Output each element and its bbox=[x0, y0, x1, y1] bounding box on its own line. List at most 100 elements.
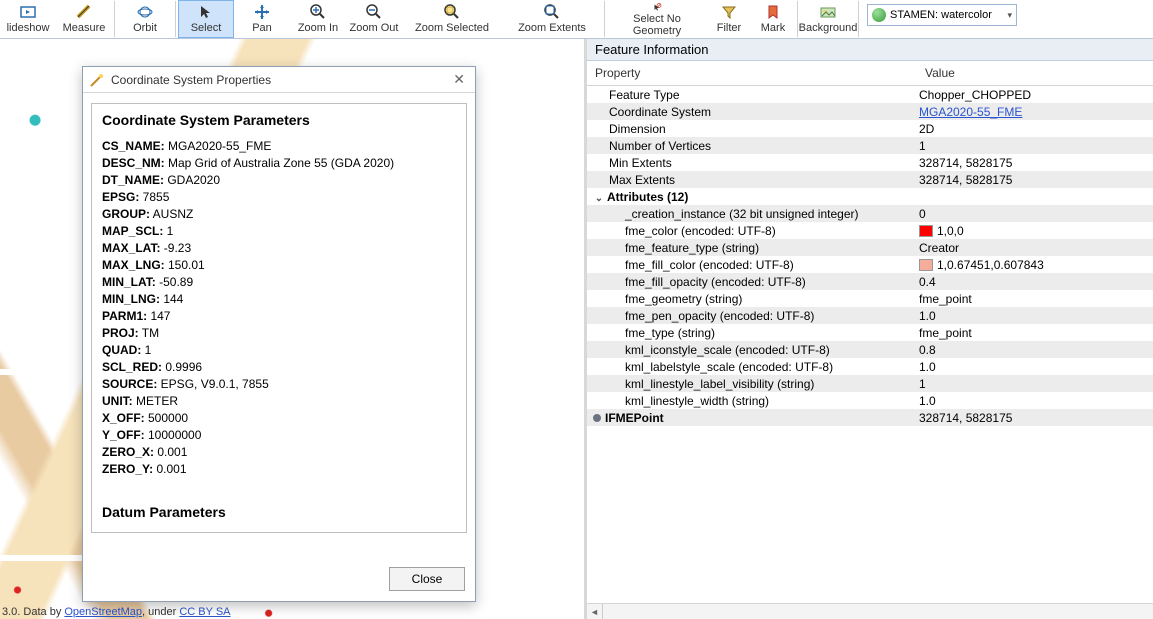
table-header: Property Value bbox=[587, 61, 1153, 86]
pan-button[interactable]: Pan bbox=[234, 0, 290, 38]
zoom-out-button[interactable]: Zoom Out bbox=[346, 0, 402, 38]
separator bbox=[858, 1, 859, 37]
param-row: MIN_LAT: -50.89 bbox=[102, 274, 456, 291]
expander-icon[interactable]: ⌄ bbox=[593, 193, 605, 204]
property-cell: Feature Type bbox=[587, 88, 919, 102]
property-cell: fme_color (encoded: UTF-8) bbox=[587, 224, 919, 238]
table-row[interactable]: fme_fill_opacity (encoded: UTF-8)0.4 bbox=[587, 273, 1153, 290]
toolbar-label: Filter bbox=[717, 22, 741, 34]
mark-button[interactable]: Mark bbox=[751, 0, 795, 38]
dialog-title: Coordinate System Properties bbox=[111, 73, 271, 87]
filter-icon bbox=[720, 3, 738, 21]
section-heading: Coordinate System Parameters bbox=[102, 112, 456, 128]
property-cell: Dimension bbox=[587, 122, 919, 136]
toolbar-label: Select No Geometry bbox=[608, 13, 706, 37]
table-row[interactable]: Min Extents328714, 5828175 bbox=[587, 154, 1153, 171]
table-row[interactable]: fme_geometry (string)fme_point bbox=[587, 290, 1153, 307]
property-cell: Max Extents bbox=[587, 173, 919, 187]
property-cell: IFMEPoint bbox=[587, 411, 919, 425]
table-row[interactable]: Max Extents328714, 5828175 bbox=[587, 171, 1153, 188]
value-cell: fme_point bbox=[919, 326, 1153, 340]
map-view[interactable]: 3.0. Data by OpenStreetMap, under CC BY … bbox=[0, 39, 584, 619]
measure-button[interactable]: Measure bbox=[56, 0, 112, 38]
separator bbox=[604, 1, 605, 37]
basemap-label: STAMEN: watercolor bbox=[890, 9, 992, 21]
zoom-in-button[interactable]: Zoom In bbox=[290, 0, 346, 38]
param-row: ZERO_X: 0.001 bbox=[102, 444, 456, 461]
table-row[interactable]: _creation_instance (32 bit unsigned inte… bbox=[587, 205, 1153, 222]
table-row[interactable]: ⌄Attributes (12) bbox=[587, 188, 1153, 205]
property-cell: Min Extents bbox=[587, 156, 919, 170]
separator bbox=[175, 1, 176, 37]
pan-icon bbox=[253, 3, 271, 21]
zoom-in-icon bbox=[309, 3, 327, 21]
value-cell: 1 bbox=[919, 377, 1153, 391]
table-row[interactable]: fme_fill_color (encoded: UTF-8) 1,0.6745… bbox=[587, 256, 1153, 273]
horizontal-scrollbar[interactable]: ◄ bbox=[587, 603, 1153, 619]
background-button[interactable]: Background bbox=[800, 0, 856, 38]
toolbar-label: Zoom In bbox=[298, 22, 338, 34]
dialog-titlebar[interactable]: Coordinate System Properties ✕ bbox=[83, 67, 475, 93]
param-row: CS_NAME: MGA2020-55_FME bbox=[102, 138, 456, 155]
value-cell: 0.4 bbox=[919, 275, 1153, 289]
toolbar-label: Background bbox=[799, 22, 858, 34]
table-row[interactable]: IFMEPoint328714, 5828175 bbox=[587, 409, 1153, 426]
zoom-extents-button[interactable]: Zoom Extents bbox=[502, 0, 602, 38]
value-cell: 328714, 5828175 bbox=[919, 173, 1153, 187]
toolbar-label: Zoom Out bbox=[350, 22, 399, 34]
property-cell: fme_type (string) bbox=[587, 326, 919, 340]
cc-link[interactable]: CC BY SA bbox=[179, 606, 230, 618]
slideshow-button[interactable]: lideshow bbox=[0, 0, 56, 38]
select-button[interactable]: Select bbox=[178, 0, 234, 38]
table-row[interactable]: Dimension2D bbox=[587, 120, 1153, 137]
close-icon[interactable]: ✕ bbox=[449, 71, 469, 88]
table-row[interactable]: kml_iconstyle_scale (encoded: UTF-8)0.8 bbox=[587, 341, 1153, 358]
table-row[interactable]: Coordinate SystemMGA2020-55_FME bbox=[587, 103, 1153, 120]
orbit-icon bbox=[136, 3, 154, 21]
basemap-select[interactable]: STAMEN: watercolor▾ bbox=[867, 4, 1017, 26]
table-row[interactable]: fme_type (string)fme_point bbox=[587, 324, 1153, 341]
value-cell: 1.0 bbox=[919, 309, 1153, 323]
scroll-left-icon[interactable]: ◄ bbox=[587, 604, 603, 619]
table-row[interactable]: fme_pen_opacity (encoded: UTF-8)1.0 bbox=[587, 307, 1153, 324]
params-scroll[interactable]: Coordinate System Parameters CS_NAME: MG… bbox=[91, 103, 467, 533]
property-cell: kml_labelstyle_scale (encoded: UTF-8) bbox=[587, 360, 919, 374]
param-row: MAX_LAT: -9.23 bbox=[102, 240, 456, 257]
toolbar-label: Zoom Extents bbox=[518, 22, 586, 34]
filter-button[interactable]: Filter bbox=[707, 0, 751, 38]
slideshow-icon bbox=[19, 3, 37, 21]
section-heading: Datum Parameters bbox=[102, 504, 456, 520]
feature-info-body[interactable]: Feature TypeChopper_CHOPPEDCoordinate Sy… bbox=[587, 86, 1153, 603]
table-row[interactable]: kml_linestyle_width (string)1.0 bbox=[587, 392, 1153, 409]
value-cell: 1,0.67451,0.607843 bbox=[919, 258, 1153, 272]
value-cell: 1,0,0 bbox=[919, 224, 1153, 238]
coordinate-system-properties-dialog: Coordinate System Properties ✕ Coordinat… bbox=[82, 66, 476, 602]
property-cell: kml_iconstyle_scale (encoded: UTF-8) bbox=[587, 343, 919, 357]
close-button[interactable]: Close bbox=[389, 567, 465, 591]
value-cell: MGA2020-55_FME bbox=[919, 105, 1153, 119]
select-no-geom-button[interactable]: Select No Geometry bbox=[607, 0, 707, 38]
property-cell: Coordinate System bbox=[587, 105, 919, 119]
param-row: SOURCE: EPSG, V9.0.1, 7855 bbox=[102, 376, 456, 393]
table-row[interactable]: Number of Vertices1 bbox=[587, 137, 1153, 154]
table-row[interactable]: Feature TypeChopper_CHOPPED bbox=[587, 86, 1153, 103]
table-row[interactable]: fme_feature_type (string)Creator bbox=[587, 239, 1153, 256]
param-row: X_OFF: 500000 bbox=[102, 410, 456, 427]
property-cell: _creation_instance (32 bit unsigned inte… bbox=[587, 207, 919, 221]
property-cell: kml_linestyle_label_visibility (string) bbox=[587, 377, 919, 391]
osm-link[interactable]: OpenStreetMap bbox=[64, 606, 142, 618]
coord-sys-link[interactable]: MGA2020-55_FME bbox=[919, 105, 1022, 119]
toolbar-label: Mark bbox=[761, 22, 785, 34]
value-cell: fme_point bbox=[919, 292, 1153, 306]
table-row[interactable]: kml_linestyle_label_visibility (string)1 bbox=[587, 375, 1153, 392]
toolbar: lideshowMeasureOrbitSelectPan Zoom In Zoom… bbox=[0, 0, 1153, 39]
table-row[interactable]: fme_color (encoded: UTF-8) 1,0,0 bbox=[587, 222, 1153, 239]
param-row: EPSG: 7855 bbox=[102, 189, 456, 206]
background-icon bbox=[819, 3, 837, 21]
orbit-button[interactable]: Orbit bbox=[117, 0, 173, 38]
value-cell: 0 bbox=[919, 207, 1153, 221]
zoom-extents-icon bbox=[543, 3, 561, 21]
table-row[interactable]: kml_labelstyle_scale (encoded: UTF-8)1.0 bbox=[587, 358, 1153, 375]
measure-icon bbox=[75, 3, 93, 21]
zoom-selected-button[interactable]: Zoom Selected bbox=[402, 0, 502, 38]
